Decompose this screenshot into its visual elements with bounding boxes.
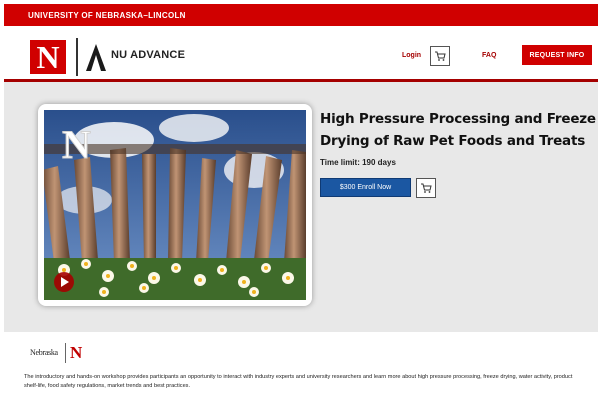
course-hero: N High Pressure Processing and Freeze Dr…: [4, 82, 598, 332]
cart-icon: [435, 51, 446, 61]
add-to-cart-button[interactable]: [416, 178, 436, 198]
university-top-bar: UNIVERSITY OF NEBRASKA–LINCOLN: [4, 4, 598, 26]
request-info-button[interactable]: REQUEST INFO: [522, 45, 592, 65]
enroll-button[interactable]: $300 Enroll Now: [320, 178, 411, 197]
course-title: High Pressure Processing and Freeze Dryi…: [320, 111, 596, 149]
footer-logo-divider: [65, 343, 66, 363]
faq-link[interactable]: FAQ: [482, 52, 496, 59]
footer-n-logo: N: [70, 343, 83, 362]
logo-divider: [76, 38, 78, 76]
login-link[interactable]: Login: [402, 52, 421, 59]
footer-nebraska-logo: Nebraska: [30, 348, 58, 357]
course-image: N: [38, 104, 312, 306]
nu-advance-brand[interactable]: NU ADVANCE: [111, 49, 185, 61]
nu-advance-logo-icon[interactable]: [84, 42, 108, 72]
site-header: N NU ADVANCE Login FAQ REQUEST INFO: [4, 26, 598, 82]
university-name: UNIVERSITY OF NEBRASKA–LINCOLN: [28, 10, 186, 20]
time-limit: Time limit: 190 days: [320, 158, 396, 167]
cart-button[interactable]: [430, 46, 450, 66]
image-n-logo: N: [62, 122, 91, 167]
nebraska-n-logo[interactable]: N: [30, 40, 66, 74]
play-icon[interactable]: [54, 272, 74, 292]
cart-icon: [421, 183, 432, 193]
columns-photo: N: [44, 110, 306, 300]
course-description: The introductory and hands-on workshop p…: [24, 374, 573, 389]
